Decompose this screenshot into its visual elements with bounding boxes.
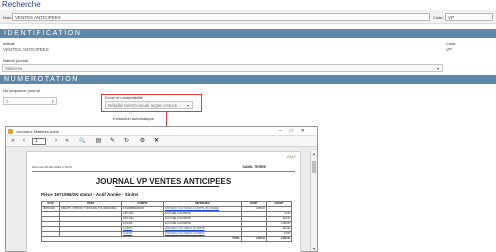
layout-icon[interactable]: ▤ [94,137,103,146]
report-date: Mercredi 28 Mai 2020 à 16:05 [32,165,72,169]
viewer-scrollbar[interactable]: ▴ ▾ [310,151,316,251]
code-id-value: VP [446,47,453,52]
total-label: TOTAL [41,236,242,242]
section-numerotation: NUMEROTATION [0,75,496,84]
divider [32,171,295,172]
viewer-toolbar: « ‹ 1 › » 🔍 ▤ ✎ ↻ ⚙ ✕ [6,136,317,147]
code-input[interactable]: VP [445,13,493,21]
total-debit: 1 896.00 [241,236,267,242]
viewer-title: Journaux Matières.pané [16,129,59,134]
extraction-label: Extraction automatique [113,116,154,121]
page-ref-label: 0167 [287,154,296,159]
spinner-icon[interactable]: ⇕ [51,99,55,104]
title-underline [115,186,219,187]
recherche-title: Recherche [2,0,41,9]
nature-value: Matières [5,66,23,71]
nom-label: Nom [3,15,12,20]
scroll-down-icon[interactable]: ▾ [311,246,317,251]
prev-page-button[interactable]: ‹ [20,137,28,146]
journal-table: DATE TIERS COMPTE REFERENCE DEBIT CREDIT… [41,201,292,242]
refresh-icon[interactable]: ↻ [122,137,131,146]
scroll-up-icon[interactable]: ▴ [311,151,317,156]
intitule-label: Intitulé [3,41,15,46]
intitule-value: VENTES ANTICIPEES [3,47,49,52]
code-label: Code [433,15,443,20]
nature-label: Nature journal [3,58,29,63]
sequence-value: 0 [6,99,9,104]
report-company: SAMIL TERRE [242,165,266,169]
highlight-box [101,94,202,112]
last-page-button[interactable]: » [63,137,71,146]
first-page-button[interactable]: « [9,137,17,146]
code-id-label: Code [446,41,456,46]
page-input[interactable]: 1 [32,138,46,145]
app-icon [8,129,13,134]
viewer-titlebar: Journaux Matières.pané –□✕ [6,127,317,136]
search-icon[interactable]: 🔍 [78,137,87,146]
scroll-thumb[interactable] [312,161,316,173]
close-icon[interactable]: ✕ [152,137,161,146]
table-total-row: TOTAL 1 896.00 1 896.00 [41,236,292,242]
header-form: Nom VENTES ANTICIPEES Code VP [0,10,496,24]
gear-icon[interactable]: ⚙ [138,137,147,146]
report-viewer-window: Journaux Matières.pané –□✕ « ‹ 1 › » 🔍 ▤… [5,126,318,252]
table-cell: DSM475 / CHRISTA / TUNI RASE TVS (FRESCB… [59,206,122,212]
sequence-label: No séquence journal [3,88,40,93]
report-page: 0167 Mercredi 28 Mai 2020 à 16:05 SAMIL … [26,151,301,252]
nom-input[interactable]: VENTES ANTICIPEES [12,13,430,21]
total-credit: 1 896.00 [266,236,292,242]
next-page-button[interactable]: › [52,137,60,146]
section-identification: IDENTIFICATION [0,29,496,38]
edit-icon[interactable]: ✎ [108,137,117,146]
window-controls[interactable]: –□✕ [279,127,313,136]
report-title: JOURNAL VP VENTES ANTICIPEES [95,177,232,186]
sequence-stepper[interactable]: 0 ⇕ [3,97,57,105]
nature-select[interactable]: Matières ▾ [2,64,443,72]
chevron-down-icon: ▾ [437,66,440,71]
piece-line: Pièce 1671096/2N statut - Actif Année - … [41,192,139,197]
